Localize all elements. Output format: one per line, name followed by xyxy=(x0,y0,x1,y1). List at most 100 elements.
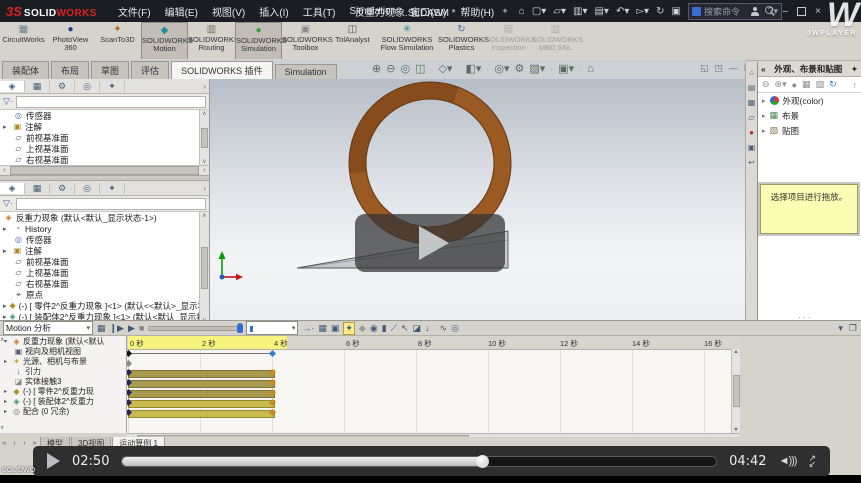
filter-funnel-icon[interactable]: ▽· xyxy=(3,198,13,209)
file-properties-icon[interactable]: ▣ xyxy=(671,6,680,17)
tab-nav-first-icon[interactable]: « xyxy=(0,440,9,447)
tab-assembly[interactable]: 装配体 xyxy=(2,61,49,79)
tab-sketch[interactable]: 草图 xyxy=(91,61,129,79)
tree-item-front-plane[interactable]: ▱前视基准面 xyxy=(0,256,209,267)
home-icon[interactable]: ⌂ xyxy=(519,6,525,17)
save-animation-icon[interactable]: ▦ xyxy=(318,323,327,334)
addin-solidworks-inspection[interactable]: ▤SOLIDWORKS Inspection xyxy=(485,22,532,59)
forward-icon[interactable]: ⊕▾ xyxy=(775,79,787,90)
tree-item-annotations[interactable]: ▸▣注解 xyxy=(0,121,209,132)
tab-evaluate[interactable]: 评估 xyxy=(131,61,169,79)
timebar-root[interactable] xyxy=(128,353,273,360)
propertymanager-tab-icon[interactable]: ▦ xyxy=(25,183,50,194)
panel-expand-icon[interactable]: › xyxy=(203,82,206,91)
displaymanager-tab-icon[interactable]: ✦ xyxy=(100,81,125,92)
gravity-icon[interactable]: ↓ xyxy=(425,323,430,333)
addin-solidworks-plastics[interactable]: ↻SOLIDWORKS Plastics xyxy=(438,22,485,59)
tree-root-assembly[interactable]: ◈反重力现象 (默认<默认_显示状态-1>) xyxy=(0,212,209,223)
back-icon[interactable]: ⊖ xyxy=(762,79,770,90)
tab-layout[interactable]: 布局 xyxy=(51,61,89,79)
up-icon[interactable]: ↑ xyxy=(853,80,858,90)
view-palette-tab-icon[interactable]: ▣ xyxy=(748,143,756,152)
motion-eye-icon[interactable]: ◎ xyxy=(451,323,459,334)
dimxpert-tab-icon[interactable]: ◎ xyxy=(75,81,100,92)
displaymanager-tab-icon[interactable]: ✦ xyxy=(100,183,125,194)
changebar-contact[interactable] xyxy=(128,390,275,398)
collapse-panel-icon[interactable]: « xyxy=(761,64,766,74)
addin-scanto3d[interactable]: ✦ScanTo3D xyxy=(94,22,141,59)
progress-knob[interactable] xyxy=(476,455,489,468)
changebar-lights[interactable] xyxy=(128,370,275,378)
menu-view[interactable]: 视图(V) xyxy=(205,4,252,19)
display-style-icon[interactable]: ◧▾ xyxy=(465,62,481,75)
design-library-tab-icon[interactable]: ▦ xyxy=(748,98,756,107)
study-type-select[interactable]: Motion 分析▾ xyxy=(3,321,93,335)
tree-filter-input[interactable] xyxy=(16,96,206,108)
tree-filter-input[interactable] xyxy=(16,198,206,210)
custom-properties-tab-icon[interactable]: ↩ xyxy=(748,158,755,167)
tab-solidworks-addins[interactable]: SOLIDWORKS 插件 xyxy=(171,61,273,79)
tree-item-part2[interactable]: ▸◆(-) [ 零件2^反重力现象 ]<1> (默认<<默认>_显示状态 xyxy=(0,300,209,311)
home-tab-icon[interactable]: ⌂ xyxy=(749,68,754,77)
expand-arrow-icon[interactable]: ▸ xyxy=(762,127,766,135)
spring-icon[interactable]: ▮ xyxy=(382,323,387,334)
tree-item-sensors[interactable]: ◎传感器 xyxy=(0,234,209,245)
undo-icon[interactable]: ↶▾ xyxy=(616,6,629,17)
configurationmanager-tab-icon[interactable]: ⚙ xyxy=(50,183,75,194)
close-icon[interactable]: × xyxy=(815,6,821,17)
panel-expand-icon[interactable]: › xyxy=(203,184,206,193)
minimize-icon[interactable]: – xyxy=(783,6,789,17)
task-pane-item-scenes[interactable]: ▸ ▦ 布景 xyxy=(758,108,861,123)
zoom-timeline-icon[interactable]: ▾ xyxy=(838,323,843,334)
stop-icon[interactable]: ■ xyxy=(139,323,144,333)
motor-icon[interactable]: ◉ xyxy=(370,323,378,334)
menu-edit[interactable]: 编辑(E) xyxy=(158,4,205,19)
camera-icon[interactable]: ⌂ xyxy=(587,63,594,75)
tree-scroll-up-icon[interactable]: ∧ xyxy=(0,336,4,343)
propertymanager-tab-icon[interactable]: ▦ xyxy=(25,81,50,92)
tree-vscrollbar[interactable]: ∧∨ xyxy=(199,110,209,165)
filter-funnel-icon[interactable]: ▽· xyxy=(3,96,13,107)
motion-row-mates[interactable]: ▸◎配合 (0 冗余) xyxy=(0,406,126,416)
add-key-icon[interactable]: ◆ xyxy=(359,323,366,334)
motion-timeline[interactable]: 0 秒 2 秒 4 秒 6 秒 8 秒 10 秒 12 秒 14 秒 16 秒 xyxy=(127,336,740,433)
save-icon[interactable]: ▥▾ xyxy=(573,6,587,17)
file-explorer-tab-icon[interactable]: ▱ xyxy=(748,113,754,122)
tree-item-annotations[interactable]: ▸▣注解 xyxy=(0,245,209,256)
collapse-motionmanager-icon[interactable]: ❐ xyxy=(849,323,857,334)
tab-nav-next-icon[interactable]: › xyxy=(20,440,29,447)
restore-icon[interactable] xyxy=(797,7,806,16)
changebar-part2[interactable] xyxy=(128,400,275,408)
view-orientation-icon[interactable]: ◇▾ xyxy=(438,62,452,75)
tab-nav-prev-icon[interactable]: ‹ xyxy=(10,440,19,447)
video-play-button[interactable] xyxy=(355,214,505,272)
autokey-icon[interactable]: ✦ xyxy=(343,322,355,335)
addin-solidworks-routing[interactable]: ▥SOLIDWORKS Routing xyxy=(188,22,235,59)
motion-row-root[interactable]: ▾◈反重力现象 (默认<默认 xyxy=(0,336,126,346)
motion-row-lights-cameras[interactable]: ▸✦光源、相机与布景 xyxy=(0,356,126,366)
player-play-icon[interactable] xyxy=(47,453,60,469)
tree-vscrollbar[interactable]: ∧∨ xyxy=(199,212,209,324)
featuremanager-tab-icon[interactable]: ◈ xyxy=(0,183,25,194)
decal-thumb-icon[interactable]: ▧ xyxy=(816,79,825,90)
open-icon[interactable]: ▱▾ xyxy=(553,6,566,17)
featuremanager-tab-icon[interactable]: ◈ xyxy=(0,81,25,92)
slider-pin[interactable] xyxy=(237,323,243,333)
playback-mode-icon[interactable]: →· xyxy=(302,323,314,333)
select-arrow-icon[interactable]: ▻▾ xyxy=(636,6,649,17)
addin-solidworks-simulation[interactable]: ●SOLIDWORKS Simulation xyxy=(235,22,282,59)
motion-row-part2[interactable]: ▸◆(-) [ 零件2^反重力现 xyxy=(0,386,126,396)
tree-item-right-plane[interactable]: ▱右视基准面 xyxy=(0,154,209,165)
menu-file[interactable]: 文件(F) xyxy=(111,4,158,19)
motion-row-gravity[interactable]: ↓引力 xyxy=(0,366,126,376)
task-pane-item-appearances[interactable]: ▸ 外观(color) xyxy=(758,93,861,108)
contact-icon[interactable]: ◪ xyxy=(413,323,422,334)
motion-row-contact[interactable]: ◪实体接触3 xyxy=(0,376,126,386)
animation-wizard-icon[interactable]: ▣ xyxy=(331,323,340,334)
appearances-tab-icon[interactable]: ● xyxy=(749,128,754,137)
tree-scroll-down-icon[interactable]: ∨ xyxy=(0,424,4,431)
play-from-start-icon[interactable]: ❙▶ xyxy=(110,323,124,334)
progress-bar[interactable] xyxy=(121,456,717,467)
menu-pin-icon[interactable]: ✦ xyxy=(501,6,509,17)
calculate-icon[interactable]: ▦ xyxy=(97,323,106,334)
